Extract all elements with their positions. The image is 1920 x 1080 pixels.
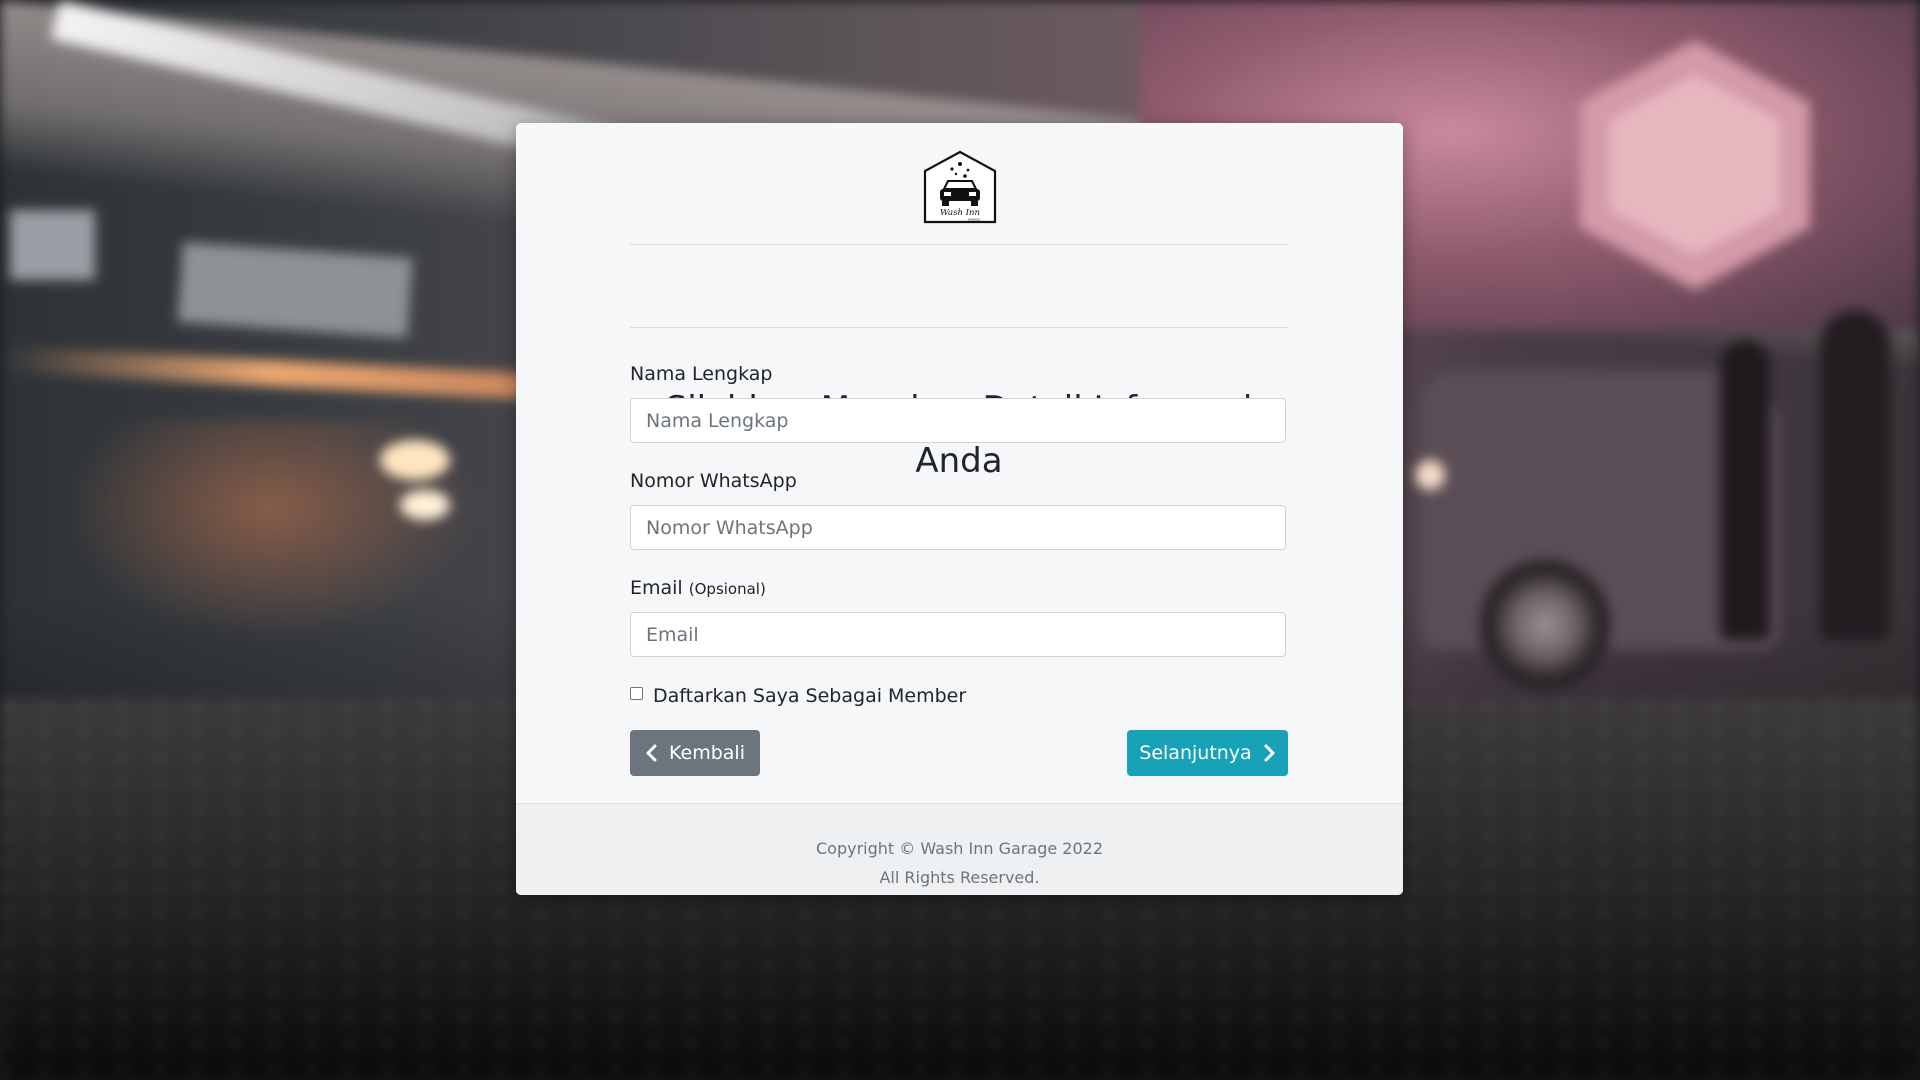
registration-card: Wash Inn GARAGE Silahkan Masukan Detail … (516, 123, 1403, 895)
name-input[interactable] (630, 398, 1286, 443)
next-button[interactable]: Selanjutnya (1127, 730, 1288, 776)
copyright-text: Copyright © Wash Inn Garage 2022 (816, 839, 1103, 858)
chevron-left-icon (646, 744, 657, 762)
chevron-right-icon (1264, 744, 1275, 762)
next-button-label: Selanjutnya (1139, 742, 1252, 764)
rights-text: All Rights Reserved. (879, 868, 1040, 887)
wash-inn-logo: Wash Inn GARAGE (922, 149, 998, 225)
email-optional-hint: (Opsional) (688, 580, 766, 598)
card-footer: Copyright © Wash Inn Garage 2022 All Rig… (516, 803, 1403, 895)
whatsapp-label: Nomor WhatsApp (630, 470, 797, 492)
member-checkbox-label[interactable]: Daftarkan Saya Sebagai Member (653, 685, 966, 707)
email-label-text: Email (630, 577, 683, 599)
member-checkbox-row[interactable]: Daftarkan Saya Sebagai Member (630, 683, 966, 709)
logo-subtext: GARAGE (968, 218, 981, 222)
divider-top (630, 244, 1288, 245)
car-wash-logo-icon: Wash Inn GARAGE (923, 150, 997, 224)
back-button[interactable]: Kembali (630, 730, 760, 776)
name-label: Nama Lengkap (630, 363, 773, 385)
member-checkbox[interactable] (630, 686, 643, 700)
email-label: Email (Opsional) (630, 576, 766, 601)
email-input[interactable] (630, 612, 1286, 657)
logo-text: Wash Inn (940, 208, 980, 218)
divider-title (630, 327, 1288, 328)
whatsapp-input[interactable] (630, 505, 1286, 550)
back-button-label: Kembali (669, 742, 745, 764)
